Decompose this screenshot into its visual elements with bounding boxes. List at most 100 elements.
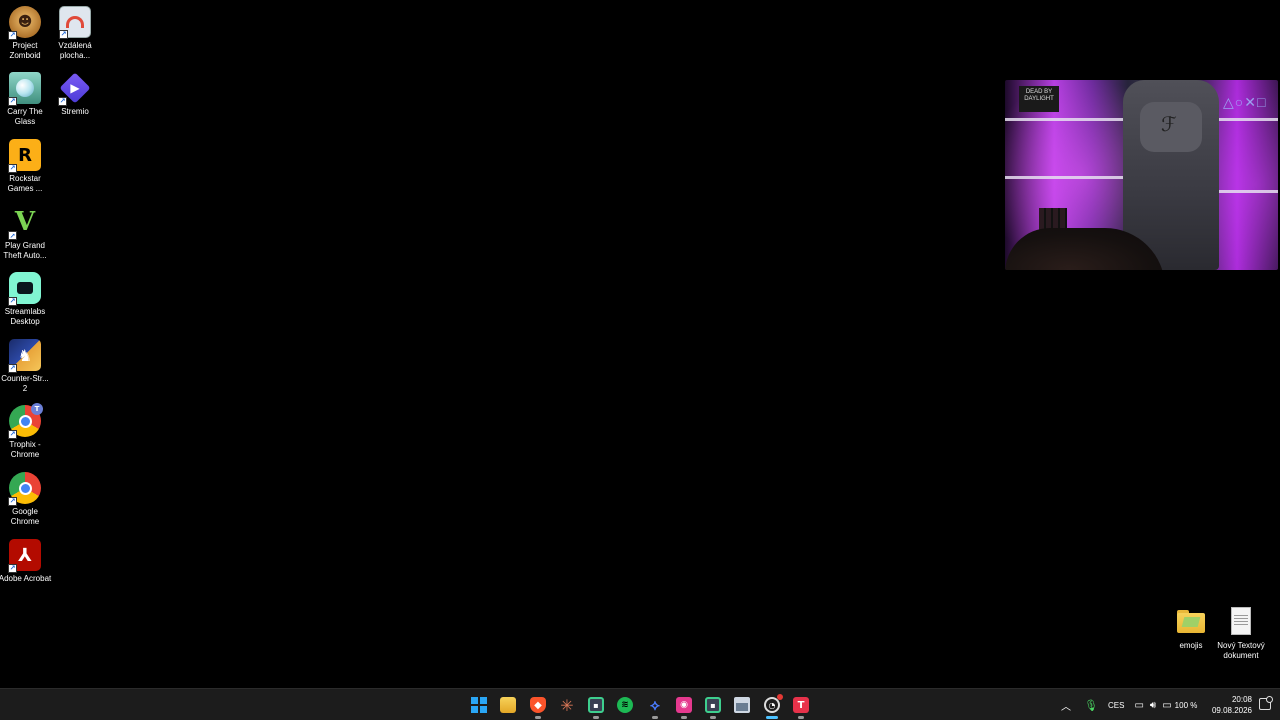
taskbar-app-teal[interactable]: ▪	[585, 694, 607, 719]
desktop-icon-rockstar[interactable]: R ↗ Rockstar Games ...	[0, 139, 50, 194]
playstation-symbols: △○✕□	[1223, 94, 1267, 110]
running-indicator	[710, 716, 716, 719]
desktop-icon-trophix-chrome[interactable]: T ↗ Trophix - Chrome	[0, 403, 50, 460]
running-indicator	[593, 716, 599, 719]
shortcut-arrow-icon: ↗	[8, 564, 17, 573]
desktop-icon-counter-strike[interactable]: ♞ ↗ Counter-Str... 2	[0, 339, 50, 394]
sparkle-icon: ✳	[560, 695, 574, 715]
counter-strike-icon: ♞ ↗	[8, 339, 41, 373]
shortcut-arrow-icon: ↗	[8, 364, 17, 373]
desktop-icon-adobe-acrobat[interactable]: ⅄ ↗ Adobe Acrobat	[0, 539, 52, 584]
acrobat-icon: ⅄ ↗	[8, 539, 41, 573]
desktop-icon-carry-the-glass[interactable]: ↗ Carry The Glass	[0, 72, 50, 127]
glass-ball-icon: ↗	[8, 72, 41, 106]
running-indicator	[652, 716, 658, 719]
desktop-icon-label: emojis	[1179, 641, 1203, 650]
desktop-icon-gta[interactable]: V ↗ Play Grand Theft Auto...	[0, 206, 50, 261]
gta-v-icon: V ↗	[8, 207, 36, 240]
shelf	[1215, 118, 1278, 121]
language-indicator[interactable]: CES	[1108, 701, 1124, 710]
battery-percentage: 100 %	[1174, 700, 1198, 710]
taskbar-brave[interactable]: ◆	[527, 694, 549, 719]
chair-logo-icon: ℱ	[1161, 114, 1177, 136]
desktop-icon-label: Adobe Acrobat	[0, 574, 52, 583]
taskbar-app-green[interactable]: ▪	[702, 694, 724, 719]
clock-time: 20:08	[1231, 695, 1252, 704]
desktop-icon-google-chrome[interactable]: ↗ Google Chrome	[0, 472, 50, 527]
record-icon: ◉	[676, 697, 692, 713]
streamlabs-icon: ↗	[8, 272, 41, 306]
chrome-icon: ↗	[8, 472, 41, 506]
taskbar: ◆ ✳ ▪ ≋ ⟡ ◉ ▪ ◔ T ︿ 🎙︎ CES ▭ 🔊︎ ▭ 100 % …	[0, 688, 1280, 720]
shortcut-arrow-icon: ↗	[59, 30, 68, 39]
remote-desktop-icon: ↗	[59, 6, 91, 39]
spotify-icon: ≋	[617, 697, 633, 713]
taskbar-file-explorer[interactable]	[497, 694, 519, 716]
desktop-icon-text-document[interactable]: Nový Textový dokument	[1216, 606, 1266, 661]
brave-lion-icon: ◆	[530, 697, 546, 713]
desktop-icon-label: Play Grand Theft Auto...	[3, 241, 47, 260]
desktop-icon-label: Google Chrome	[10, 507, 40, 526]
windows-start-icon	[471, 697, 487, 713]
taskbar-trophix[interactable]: T	[790, 694, 812, 719]
notification-badge	[777, 694, 783, 700]
text-document-icon	[1225, 606, 1257, 638]
taskbar-app-blue[interactable]: ⟡	[644, 694, 666, 719]
rockstar-logo-icon: R ↗	[8, 139, 41, 173]
shortcut-arrow-icon: ↗	[8, 164, 17, 173]
battery-icon[interactable]: ▭	[1162, 700, 1171, 711]
folder-icon	[1175, 606, 1207, 638]
shortcut-arrow-icon: ↗	[8, 231, 17, 240]
cursor-icon: ⟡	[650, 696, 660, 714]
volume-icon[interactable]: 🔊︎	[1150, 700, 1156, 711]
chat-icon: ▪	[588, 697, 604, 713]
clock[interactable]: 20:08 09.08.2026	[1204, 694, 1252, 716]
desktop-icon-remote-desktop[interactable]: ↗ Vzdálená plocha...	[50, 6, 100, 61]
desktop-icon-streamlabs[interactable]: ↗ Streamlabs Desktop	[0, 272, 50, 327]
desktop-icon-label: Stremio	[61, 107, 89, 116]
taskbar-steelseries[interactable]: ◔	[761, 694, 783, 719]
desktop-icon-label: Nový Textový dokument	[1217, 641, 1265, 660]
show-hidden-icons-chevron-icon[interactable]: ︿	[1058, 698, 1074, 713]
taskbar-claude[interactable]: ✳	[556, 694, 578, 716]
system-tray: ︿ 🎙︎ CES ▭ 🔊︎ ▭ 100 %	[1058, 689, 1197, 720]
folder-icon	[500, 697, 516, 713]
shelf	[1215, 190, 1278, 193]
desktop-icon-label: Project Zomboid	[9, 41, 41, 60]
desktop-icon-label: Vzdálená plocha...	[58, 41, 92, 60]
shelf	[1005, 118, 1125, 121]
desktop-icon-label: Rockstar Games ...	[7, 174, 43, 193]
shortcut-arrow-icon: ↗	[8, 430, 17, 439]
shortcut-arrow-icon: ↗	[8, 297, 17, 306]
taskbar-spotify[interactable]: ≋	[614, 694, 636, 716]
zombie-face-icon: ☻ ↗	[8, 6, 41, 40]
shortcut-arrow-icon: ↗	[8, 497, 17, 506]
running-indicator	[535, 716, 541, 719]
active-indicator	[766, 716, 778, 719]
play-diamond-icon: ▶ ↗	[58, 72, 91, 106]
poster: DEAD BY DAYLIGHT	[1019, 86, 1059, 112]
window-icon	[734, 697, 750, 713]
taskbar-app-pink[interactable]: ◉	[673, 694, 695, 719]
start-button[interactable]	[468, 694, 490, 716]
running-indicator	[798, 716, 804, 719]
chrome-profile-icon: T ↗	[8, 403, 43, 439]
desktop-icon-stremio[interactable]: ▶ ↗ Stremio	[50, 72, 100, 117]
desktop-icon-project-zomboid[interactable]: ☻ ↗ Project Zomboid	[0, 6, 50, 61]
desktop-icon-emojis-folder[interactable]: emojis	[1166, 606, 1216, 651]
notification-bell-icon[interactable]	[1259, 696, 1273, 710]
running-indicator	[681, 716, 687, 719]
chat-icon: ▪	[705, 697, 721, 713]
desktop-icon-label: Counter-Str... 2	[1, 374, 49, 393]
desktop-icon-label: Carry The Glass	[7, 107, 43, 126]
desktop: ☻ ↗ Project Zomboid ↗ Carry The Glass R …	[0, 0, 1280, 688]
shortcut-arrow-icon: ↗	[58, 97, 67, 106]
taskbar-app-window[interactable]	[731, 694, 753, 716]
microphone-icon[interactable]: 🎙︎	[1084, 699, 1098, 712]
network-icon[interactable]: ▭	[1134, 700, 1143, 711]
trophix-icon: T	[793, 697, 809, 713]
webcam-overlay[interactable]: DEAD BY DAYLIGHT ℱ △○✕□	[1005, 80, 1278, 270]
clock-date: 09.08.2026	[1211, 706, 1252, 715]
desktop-icon-label: Trophix - Chrome	[9, 440, 41, 459]
shelf	[1005, 176, 1125, 179]
